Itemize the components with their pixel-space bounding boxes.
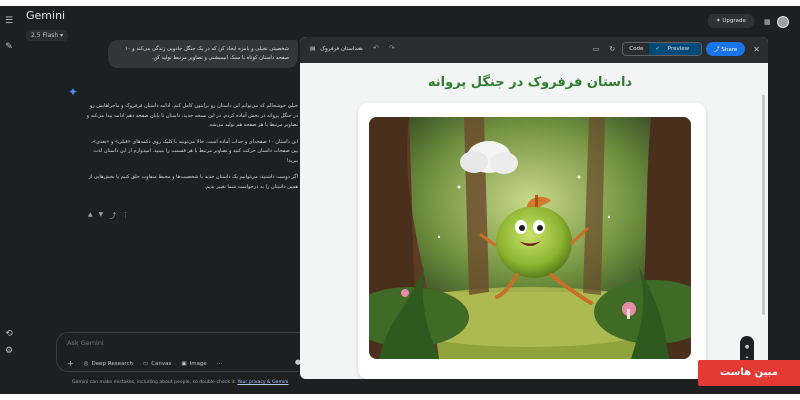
chat-panel: شخصیتی تخیلی و بامزه ایجاد کن که در یک ج… <box>20 6 310 394</box>
reply-actions: ▲ ▼ ⤴ ⋮ <box>88 211 129 221</box>
copy-icon[interactable]: ▭ <box>590 45 603 53</box>
canvas-label: Canvas <box>151 360 172 367</box>
story-title: داستان فرفروک در جنگل پروانه <box>427 75 633 90</box>
settings-icon[interactable]: ⚙ <box>4 346 14 356</box>
privacy-link[interactable]: Your privacy & Gemini <box>237 380 288 385</box>
canvas-history-controls: ☁ ↶ ↷ <box>356 44 395 52</box>
watermark-logo: مبین هاست <box>698 360 800 386</box>
deep-research-label: Deep Research <box>91 360 133 367</box>
prompt-box: + ◎ Deep Research ▭ Canvas ▣ Image ··· ● <box>56 332 310 372</box>
reply-paragraph: خیلی خوشحالم که می‌توانم این داستان رو ب… <box>86 103 298 128</box>
reply-paragraph: این داستان ۱۰ صفحه‌ای و جذاب آماده است. … <box>91 138 298 164</box>
thumbs-down-icon[interactable]: ▼ <box>99 211 104 221</box>
history-icon[interactable]: ⟲ <box>4 329 14 339</box>
new-chat-icon[interactable]: ✎ <box>4 42 14 52</box>
more-tools-button[interactable]: ··· <box>217 361 222 367</box>
image-label: Image <box>189 360 207 367</box>
image-icon: ▣ <box>181 360 187 367</box>
view-toggle: Code ✓ Preview <box>622 42 703 56</box>
doc-icon: ▤ <box>310 46 316 52</box>
deep-research-icon: ◎ <box>83 360 89 367</box>
menu-icon[interactable]: ☰ <box>4 16 14 26</box>
plus-icon[interactable]: + <box>67 359 74 368</box>
close-icon[interactable]: ✕ <box>749 45 760 54</box>
user-message: شخصیتی تخیلی و بامزه ایجاد کن که در یک ج… <box>108 40 298 68</box>
redo-icon[interactable]: ↷ <box>389 44 395 52</box>
canvas-actions: ▭ ↻ Code ✓ Preview ⤴ Share ✕ <box>590 42 760 56</box>
canvas-file: ▤ داستان فرفروک <box>310 46 357 52</box>
share-icon[interactable]: ⤴ <box>109 211 116 221</box>
deep-research-button[interactable]: ◎ Deep Research <box>84 361 133 367</box>
canvas-file-name: داستان فرفروک <box>320 46 357 52</box>
ask-gemini-input[interactable] <box>67 339 267 347</box>
app-window: ☰ ✎ ⟲ ⚙ Gemini 2.5 Flash ▾ شخصیتی تخیلی … <box>0 6 800 394</box>
model-reply: خیلی خوشحالم که می‌توانم این داستان رو ب… <box>86 102 298 199</box>
upgrade-label: Upgrade <box>722 18 746 24</box>
share-button[interactable]: ⤴ Share <box>706 42 746 56</box>
image-button[interactable]: ▣ Image <box>181 361 206 367</box>
thumbs-up-icon[interactable]: ▲ <box>88 211 93 221</box>
left-rail: ☰ ✎ ⟲ ⚙ <box>0 6 20 394</box>
share-label: Share <box>721 47 738 53</box>
reply-paragraph: اگر دوست داشتید، می‌توانیم یک داستان جدی… <box>88 174 298 190</box>
cloud-icon: ☁ <box>356 44 363 52</box>
canvas-button[interactable]: ▭ Canvas <box>143 361 171 367</box>
upgrade-button[interactable]: ✦ Upgrade <box>708 14 754 28</box>
top-right-icons: ▦ <box>764 16 789 28</box>
code-tab[interactable]: Code <box>623 43 649 55</box>
preview-label: Preview <box>667 46 690 52</box>
canvas-scrollbar[interactable] <box>762 95 765 315</box>
disclaimer-text: Gemini can make mistakes, including abou… <box>72 380 238 385</box>
undo-icon[interactable]: ↶ <box>373 44 379 52</box>
avatar[interactable] <box>776 16 789 28</box>
canvas-panel: ▤ داستان فرفروک ☁ ↶ ↷ ▭ ↻ Code ✓ Preview… <box>300 37 768 379</box>
story-illustration <box>369 117 691 359</box>
canvas-toolbar: ▤ داستان فرفروک ☁ ↶ ↷ ▭ ↻ Code ✓ Preview… <box>300 37 768 63</box>
input-tools: + ◎ Deep Research ▭ Canvas ▣ Image ··· <box>67 359 222 368</box>
gemini-spark-icon: ✦ <box>68 85 79 99</box>
forest-scene <box>369 117 691 359</box>
story-card <box>358 103 706 379</box>
refresh-icon[interactable]: ↻ <box>606 45 618 53</box>
disclaimer: Gemini can make mistakes, including abou… <box>72 380 288 385</box>
gift-icon[interactable]: ▦ <box>764 18 771 26</box>
preview-tab[interactable]: ✓ Preview <box>649 43 702 55</box>
canvas-preview: داستان فرفروک در جنگل پروانه <box>300 63 768 379</box>
more-icon[interactable]: ⋮ <box>122 211 129 221</box>
canvas-icon: ▭ <box>143 360 149 367</box>
side-control-dot[interactable]: ● <box>740 342 754 353</box>
